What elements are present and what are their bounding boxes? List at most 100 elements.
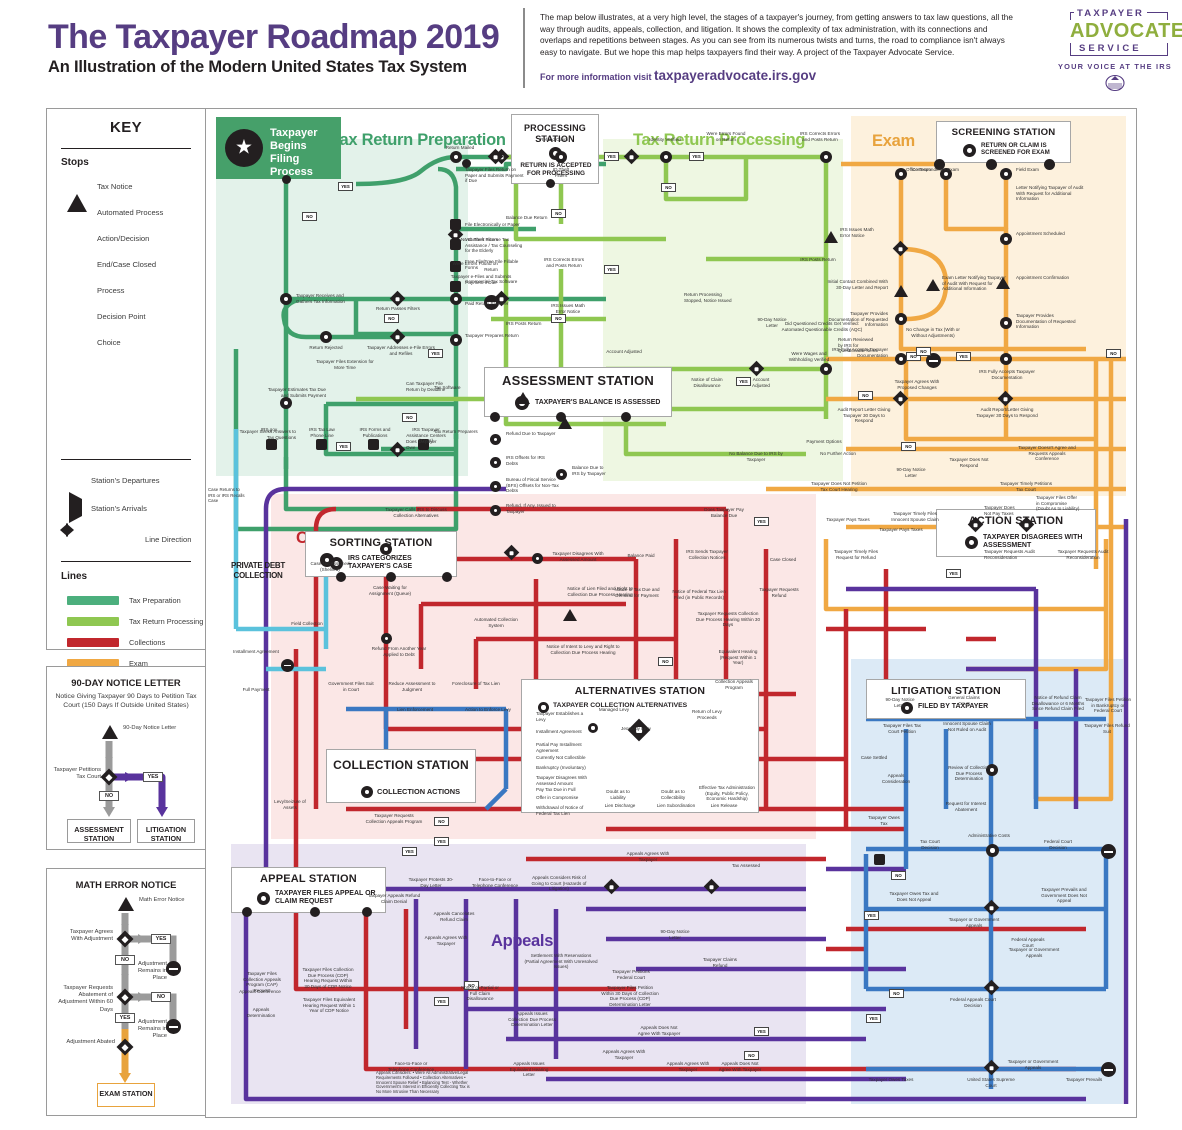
route-label: No Further Action: [820, 451, 856, 456]
sorting-station-sub: IRS CATEGORIZES TAXPAYER'S CASE: [348, 555, 413, 570]
process-node: [1000, 168, 1012, 180]
choice-square: [266, 439, 277, 450]
process-node: [588, 723, 598, 733]
collection-station[interactable]: COLLECTION STATION COLLECTION ACTIONS: [326, 749, 476, 803]
ninety-day-assessment-box[interactable]: ASSESSMENT STATION: [67, 819, 131, 843]
route-label: 90-Day Notice Letter: [885, 697, 915, 708]
yes-badge: YES: [604, 265, 619, 274]
route-label: Appeals Agrees With Taxpayer: [602, 1049, 646, 1060]
route-label: 90-Day Notice Letter: [660, 929, 690, 940]
route-label: Taxpayer Does Not Respond: [949, 457, 989, 468]
key-divider-top: [61, 148, 191, 150]
route-label: Taxpayer Claims Refund: [703, 957, 737, 968]
appeal-station[interactable]: APPEAL STATION TAXPAYER FILES APPEAL OR …: [231, 867, 386, 913]
alt-label: Lien Subordination: [656, 803, 696, 808]
route-label: Collection Appeals Program: [715, 679, 753, 690]
route-label: Tax Court Decision: [920, 839, 940, 850]
zone-tax-return-processing: [603, 139, 843, 481]
zone-label-exam: Exam: [872, 132, 915, 150]
tas-website-link[interactable]: taxpayeradvocate.irs.gov: [654, 68, 816, 83]
math-error-d2-end-label: Adjustment Remains in Place: [138, 1019, 167, 1040]
key-line-label: Collections: [129, 638, 166, 647]
screening-station[interactable]: SCREENING STATION RETURN OR CLAIM IS SCR…: [936, 121, 1071, 163]
yes-badge: YES: [402, 847, 417, 856]
logo-line-advocate: ADVOCATE: [1068, 20, 1182, 43]
route-label: Federal Court Decision: [1043, 839, 1073, 850]
station-departure-dot: [282, 175, 291, 184]
no-badge: NO: [551, 209, 566, 218]
route-label: IRS Fully Accepts Taxpayer Documentation: [979, 369, 1035, 380]
alt-label: Currently Not Collectible: [536, 755, 586, 760]
alt-label: Effective Tax Administration (Equity, Pu…: [698, 785, 755, 802]
math-error-exam-station-box[interactable]: EXAM STATION: [97, 1083, 155, 1107]
process-gear-icon: [965, 536, 978, 549]
taxpayer-roadmap-map: Tax Return Preparation Tax Return Proces…: [205, 108, 1137, 1118]
route-label: Taxpayer Requests Collection Appeals Pro…: [365, 813, 423, 824]
yes-badge: YES: [689, 152, 704, 161]
route-label: Taxpayer Files Petition Within 30 Days o…: [601, 985, 659, 1007]
start-box-label: Taxpayer Begins Filing Process: [270, 127, 318, 178]
route-label: Balance Paid: [627, 553, 655, 558]
route-label: Were Errors Found on Return: [452, 261, 498, 272]
ninety-day-litigation-box[interactable]: LITIGATION STATION: [137, 819, 195, 843]
no-badge: NO: [434, 817, 449, 826]
key-stop-label: End/Case Closed: [97, 260, 157, 269]
route-label: Appeals Agrees With Taxpayer: [424, 935, 468, 946]
route-label: IRS Fully Accepts Taxpayer Documentation: [832, 347, 888, 358]
station-departure-dot: [546, 179, 555, 188]
more-info-line: For more information visit taxpayeradvoc…: [540, 68, 1020, 83]
route-label: Notice of Federal Tax Lien Filed (in Pub…: [672, 589, 726, 600]
end-case-closed-icon: [166, 961, 181, 976]
process-node: [320, 331, 332, 343]
route-label: IRS Sends Taxpayer Collection Notices: [686, 549, 728, 560]
route-label: Taxpayer Provides Documentation of Reque…: [1016, 313, 1076, 330]
route-label: Office Exam: [906, 167, 931, 172]
key-stop-automated-process: ↻ Automated Process: [61, 198, 195, 225]
yes-badge: YES: [956, 352, 971, 361]
key-stop-tax-notice: Tax Notice: [61, 177, 195, 212]
route-label: Taxpayer Files Petition in Bankruptcy or…: [1084, 697, 1132, 714]
math-error-d2-no: NO: [151, 992, 171, 1002]
route-label: Case Closed: [769, 557, 797, 562]
key-stop-choice: Choice: [61, 333, 195, 355]
route-label: Automated Collection System: [474, 617, 518, 628]
end-case-closed-node: [1101, 1062, 1116, 1077]
math-error-abated-label: Adjustment Abated: [66, 1039, 115, 1045]
route-label: IRS Issues Math Error Notice: [840, 227, 874, 238]
route-label: IRS Offsets for IRS Debts: [506, 455, 545, 466]
choice-square: [368, 439, 379, 450]
route-label: Taxpayer Timely Files Innocent Spouse Cl…: [891, 511, 939, 522]
alt-label: Offer in Compromise: [536, 795, 579, 800]
route-label: Taxpayer Does Not Pay Taxes: [984, 505, 1015, 516]
route-label: Taxpayer Calls IRS to Discuss Collection…: [385, 507, 447, 518]
route-label: Taxpayer Disagrees With Assessed Amount: [552, 551, 604, 562]
decision-point-diamond-icon: [67, 307, 88, 328]
process-node: [381, 633, 392, 644]
assessment-station[interactable]: ASSESSMENT STATION TAXPAYER'S BALANCE IS…: [484, 367, 672, 417]
route-label: Initial Contact Combined With 30-Day Let…: [827, 279, 888, 290]
star-icon: ★: [225, 129, 263, 167]
route-label: Action to Enforce Levy: [465, 707, 511, 712]
route-label: Settlement With Reservations (Partial Ag…: [524, 953, 598, 970]
more-info-prefix: For more information visit: [540, 72, 652, 82]
route-label: Taxpayer Pays Taxes: [879, 527, 923, 532]
route-label: Foreclosure of Tax Lien: [452, 681, 500, 686]
yes-badge: YES: [946, 569, 961, 578]
alt-label: Pay Tax Due in Full: [536, 787, 576, 792]
route-label: Return Mailed: [445, 145, 475, 150]
route-label: Taxpayer Requests Collection Due Process…: [695, 611, 761, 628]
route-label: Taxpayer Estimates Tax Due and Submits P…: [267, 387, 326, 398]
alt-label: Bankruptcy (Involuntary): [536, 765, 586, 770]
route-label: Tax Software: [434, 385, 461, 390]
process-node: [986, 844, 999, 857]
zone-label-appeals: Appeals: [491, 932, 554, 950]
route-label: Taxpayer Addresses e-File Errors and Ref…: [367, 345, 435, 356]
key-stop-label: Process: [97, 286, 125, 295]
route-label: Appeals Determination: [246, 1007, 276, 1018]
math-error-notice-panel: MATH ERROR NOTICE Math Error Notice Taxp…: [46, 868, 206, 1116]
route-label: No ID Theft Filters: [460, 237, 498, 242]
no-badge: NO: [551, 314, 566, 323]
ninety-day-warning-icon: [102, 725, 118, 739]
route-label: Bureau of Fiscal Service (BFS) Offsets f…: [506, 477, 559, 494]
route-label: Lien Enforcement: [396, 707, 433, 712]
